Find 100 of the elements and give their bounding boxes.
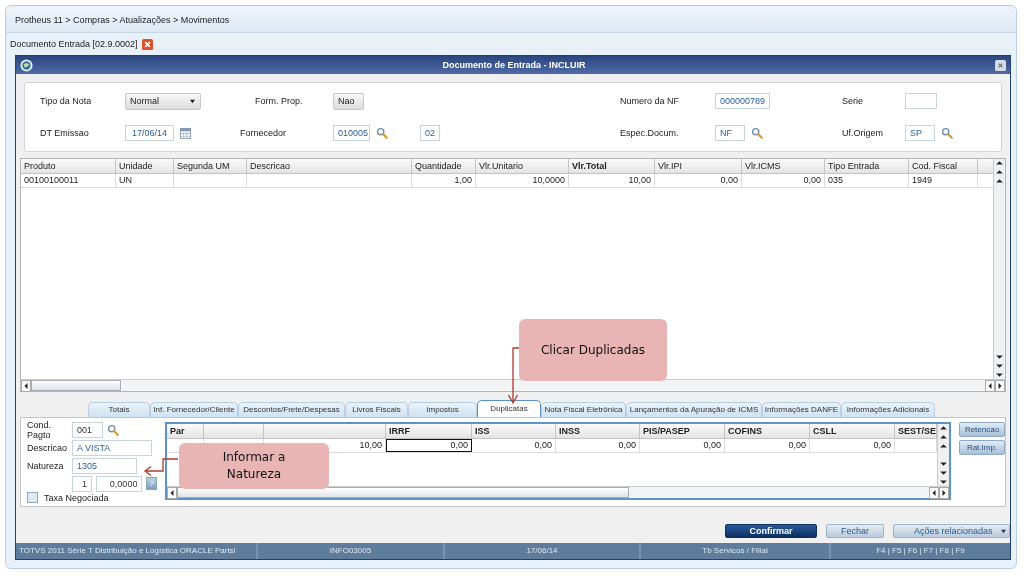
column-header[interactable]: Unidade: [116, 159, 174, 173]
arrow-down-icon[interactable]: [994, 352, 1005, 361]
side-button[interactable]: Retencao: [959, 422, 1005, 437]
column-header[interactable]: Cod. Fiscal: [909, 159, 978, 173]
table-cell: 1,00: [412, 174, 476, 187]
dropdown[interactable]: Nao: [333, 92, 364, 110]
search-icon[interactable]: [376, 127, 388, 139]
table-cell: 0,00: [386, 439, 472, 452]
table-cell: 0,00: [556, 439, 640, 452]
scroll-thumb[interactable]: [177, 487, 629, 498]
column-header[interactable]: COFINS: [725, 424, 810, 438]
search-icon[interactable]: [941, 127, 953, 139]
tab[interactable]: Lançamentos da Apuração de ICMS: [626, 402, 762, 417]
column-header[interactable]: Produto: [21, 159, 116, 173]
caret-icon[interactable]: [189, 98, 196, 104]
field-label: Descricao: [27, 442, 68, 453]
field-label: Serie: [842, 96, 864, 106]
scrollbar[interactable]: [937, 424, 949, 486]
callout-arrow: [506, 347, 520, 405]
field-label: Natureza: [27, 460, 65, 471]
field-label: Numero da NF: [620, 96, 681, 106]
field-label: Tipo da Nota: [40, 96, 93, 106]
scrollbar[interactable]: [167, 486, 949, 498]
store-field[interactable]: 02: [420, 125, 440, 141]
column-header[interactable]: IRRF: [386, 424, 472, 438]
callout-note: Informar a Natureza: [179, 443, 329, 489]
side-button[interactable]: Rat.Imp.: [959, 440, 1005, 455]
search-icon[interactable]: [107, 423, 119, 436]
calendar-icon[interactable]: [180, 127, 191, 139]
status-text: 17/06/14: [445, 543, 641, 559]
document-tab[interactable]: Documento Entrada [02.9.0002]: [10, 39, 138, 49]
tab[interactable]: Descontos/Frete/Despesas: [238, 402, 345, 417]
rate-field[interactable]: 0,0000: [96, 475, 143, 492]
arrow-right-icon[interactable]: [995, 379, 1005, 392]
callout-note: Clicar Duplicadas: [519, 319, 667, 381]
tab[interactable]: Informações DANFE: [762, 402, 841, 417]
actions-menu-button[interactable]: Ações relacionadas: [893, 524, 1010, 538]
arrow-down-icon[interactable]: [938, 477, 949, 486]
text-field[interactable]: A VISTA: [72, 439, 152, 456]
tab[interactable]: Duplicatas: [477, 400, 541, 417]
table-cell: 10,0000: [476, 174, 569, 187]
column-header[interactable]: Tipo Entrada: [825, 159, 909, 173]
arrow-down-icon[interactable]: [994, 361, 1005, 370]
column-header[interactable]: Par: [167, 424, 204, 438]
arrow-left-icon[interactable]: [985, 379, 995, 392]
arrow-up-icon[interactable]: [994, 168, 1005, 177]
tab[interactable]: Inf. Fornecedor/Cliente: [150, 402, 238, 417]
checkbox[interactable]: [27, 492, 38, 503]
tab[interactable]: Livros Fiscais: [345, 402, 408, 417]
dropdown-value: Nao: [338, 96, 355, 106]
tab[interactable]: Impostos: [408, 402, 477, 417]
column-header[interactable]: PIS/PASEP: [640, 424, 725, 438]
confirm-button[interactable]: Confirmar: [725, 524, 817, 538]
column-header[interactable]: CSLL: [810, 424, 895, 438]
dropdown[interactable]: Normal: [125, 92, 201, 110]
lookup-field[interactable]: NF: [715, 125, 745, 141]
tab[interactable]: Informações Adicionais: [841, 402, 935, 417]
breadcrumb: Protheus 11 > Compras > Atualizações > Movimentos: [15, 15, 230, 25]
close-icon[interactable]: [995, 59, 1006, 71]
column-header[interactable]: Descricao: [247, 159, 412, 173]
close-icon[interactable]: [141, 38, 153, 50]
lookup-field[interactable]: SP: [905, 125, 935, 141]
scroll-thumb[interactable]: [31, 380, 121, 391]
column-header[interactable]: Quantidade: [412, 159, 476, 173]
arrow-up-icon[interactable]: [938, 442, 949, 451]
arrow-up-icon[interactable]: [994, 159, 1005, 168]
arrow-down-icon[interactable]: [994, 370, 1005, 379]
column-header[interactable]: Vlr.Total: [569, 159, 655, 173]
tab[interactable]: Nota Fiscal Eletrônica: [541, 402, 626, 417]
arrow-down-icon[interactable]: [938, 468, 949, 477]
column-header[interactable]: Vlr.IPI: [655, 159, 742, 173]
text-field[interactable]: [905, 93, 937, 109]
close-button[interactable]: Fechar: [826, 524, 884, 538]
tab[interactable]: Totais: [88, 402, 150, 417]
caret-icon[interactable]: [1000, 528, 1007, 534]
scrollbar[interactable]: [993, 159, 1005, 379]
table-cell: 0,00: [655, 174, 742, 187]
arrow-right-icon[interactable]: [939, 486, 949, 499]
scrollbar[interactable]: [21, 379, 1005, 391]
globe-icon: [20, 58, 33, 72]
column-header[interactable]: Vlr.Unitario: [476, 159, 569, 173]
date-field[interactable]: 17/06/14: [125, 125, 174, 141]
arrow-left-icon[interactable]: [21, 379, 31, 392]
search-icon[interactable]: [751, 127, 763, 139]
column-header[interactable]: Segunda UM: [174, 159, 247, 173]
lookup-field[interactable]: 001: [72, 421, 103, 438]
arrow-up-icon[interactable]: [994, 177, 1005, 186]
arrow-up-icon[interactable]: [938, 424, 949, 433]
text-field[interactable]: 000000789: [715, 93, 770, 109]
field-label: Form. Prop.: [254, 96, 304, 106]
arrow-up-icon[interactable]: [938, 433, 949, 442]
arrow-left-icon[interactable]: [167, 486, 177, 499]
column-header[interactable]: ISS: [472, 424, 556, 438]
lookup-field[interactable]: 1305: [72, 457, 137, 474]
column-header[interactable]: Vlr.ICMS: [742, 159, 825, 173]
lookup-field[interactable]: 010005: [333, 125, 370, 141]
arrow-down-icon[interactable]: [938, 459, 949, 468]
currency-field[interactable]: 1: [72, 475, 92, 492]
column-header[interactable]: INSS: [556, 424, 640, 438]
arrow-left-icon[interactable]: [929, 486, 939, 499]
